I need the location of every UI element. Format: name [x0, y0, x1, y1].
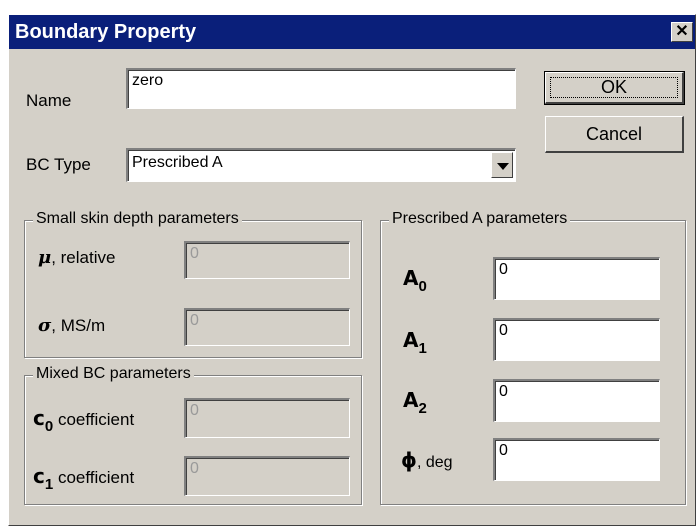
ok-button[interactable]: OK: [544, 71, 685, 105]
small-skin-depth-group: Small skin depth parameters μ, relative …: [24, 210, 362, 358]
window-title: Boundary Property: [15, 21, 197, 43]
sigma-label: σ, MS/m: [38, 315, 105, 336]
a2-symbol: A: [403, 388, 419, 412]
name-input[interactable]: zero: [126, 68, 516, 109]
c1-input[interactable]: 0: [184, 456, 350, 496]
c1-label: c1 coefficient: [33, 464, 135, 493]
a2-subscript: 2: [418, 400, 427, 417]
mixed-bc-title: Mixed BC parameters: [33, 365, 194, 383]
phi-label: ϕ, deg: [401, 448, 453, 472]
a0-subscript: 0: [418, 278, 427, 295]
prescribed-a-group: Prescribed A parameters A0 0 A1 0 A2 0 ϕ…: [380, 210, 686, 505]
a1-label: A1: [403, 328, 427, 357]
cancel-button[interactable]: Cancel: [545, 116, 684, 153]
a1-input[interactable]: 0: [493, 318, 660, 361]
a2-label: A2: [403, 388, 427, 417]
dropdown-arrow-button[interactable]: [491, 152, 513, 178]
sigma-input[interactable]: 0: [184, 308, 350, 346]
boundary-property-dialog: Boundary Property ✕ Name zero OK Cancel …: [8, 14, 696, 526]
c1-text: coefficient: [57, 468, 135, 487]
phi-symbol: ϕ: [401, 448, 417, 472]
close-button[interactable]: ✕: [671, 22, 693, 42]
c0-text: coefficient: [57, 410, 135, 429]
phi-input[interactable]: 0: [493, 438, 660, 481]
cancel-label: Cancel: [585, 124, 643, 144]
mu-input[interactable]: 0: [184, 241, 350, 279]
c1-subscript: 1: [44, 476, 54, 493]
a0-input[interactable]: 0: [493, 257, 660, 300]
name-label: Name: [26, 91, 72, 110]
focus-rect: [550, 77, 678, 98]
close-icon: ✕: [675, 23, 689, 40]
c0-label: c0 coefficient: [33, 406, 135, 435]
bc-type-select[interactable]: Prescribed A: [126, 148, 516, 182]
c0-subscript: 0: [44, 418, 54, 435]
small-skin-depth-title: Small skin depth parameters: [33, 210, 242, 228]
c1-symbol: c: [33, 464, 45, 488]
a0-label: A0: [403, 266, 427, 295]
prescribed-a-title: Prescribed A parameters: [389, 210, 571, 228]
a1-subscript: 1: [418, 340, 427, 357]
c0-input[interactable]: 0: [184, 398, 350, 438]
sigma-symbol: σ: [38, 315, 52, 336]
mu-unit: , relative: [51, 248, 116, 267]
a0-symbol: A: [403, 266, 419, 290]
bc-type-value: Prescribed A: [132, 154, 223, 171]
a2-input[interactable]: 0: [493, 379, 660, 422]
bc-type-label: BC Type: [26, 155, 91, 174]
a1-symbol: A: [403, 328, 419, 352]
mu-label: μ, relative: [38, 247, 115, 268]
c0-symbol: c: [33, 406, 45, 430]
mu-symbol: μ: [38, 247, 52, 268]
sigma-unit: , MS/m: [51, 316, 106, 335]
title-bar[interactable]: Boundary Property ✕: [9, 15, 695, 49]
phi-unit: , deg: [416, 454, 453, 471]
mixed-bc-group: Mixed BC parameters c0 coefficient 0 c1 …: [24, 365, 362, 505]
